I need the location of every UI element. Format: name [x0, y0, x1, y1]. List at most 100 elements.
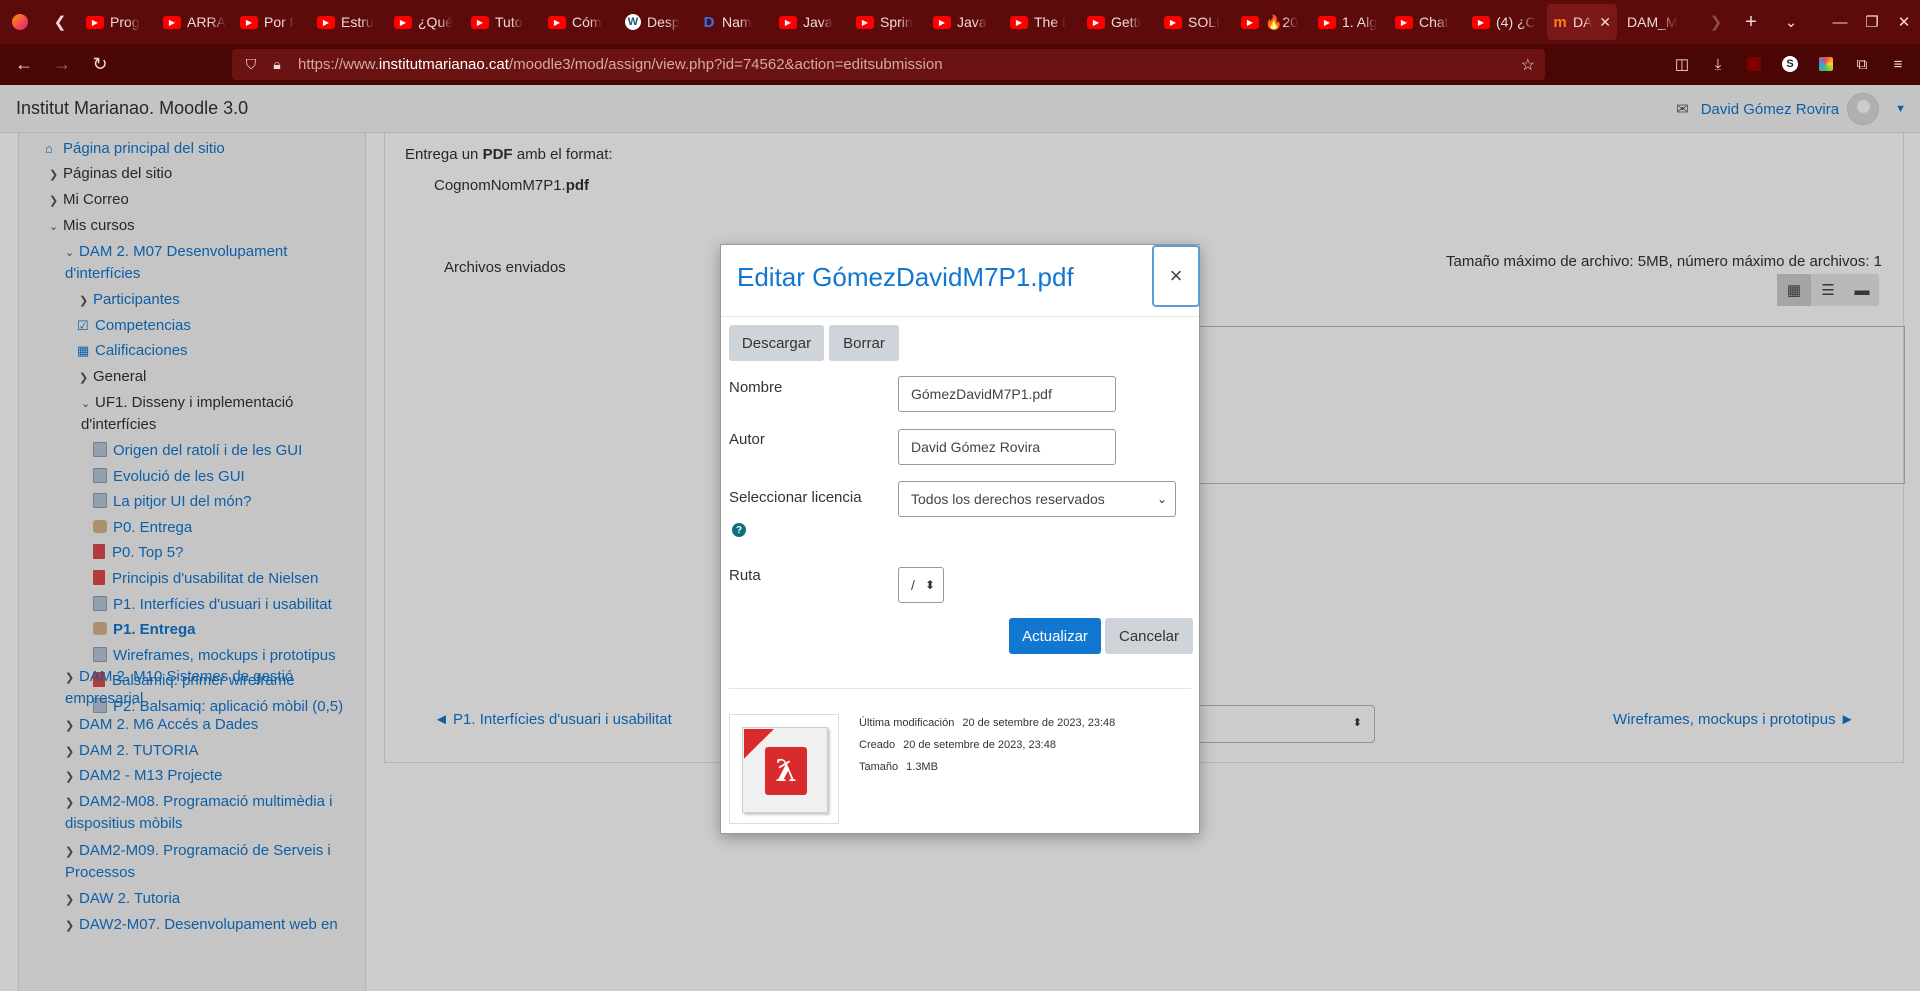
tab-scroll-right-icon[interactable]: ❯: [1701, 0, 1731, 44]
browser-tab[interactable]: ▶ SOLI: [1158, 0, 1235, 44]
file-modified: Última modificación 20 de setembre de 202…: [859, 717, 1116, 729]
help-icon[interactable]: ?: [732, 523, 746, 537]
restore-icon[interactable]: ❐: [1856, 0, 1888, 44]
browser-tab[interactable]: ▶ Sprin: [850, 0, 927, 44]
list-tabs-icon[interactable]: ⌄: [1771, 0, 1811, 44]
tab-active[interactable]: m DA ✕: [1547, 4, 1617, 40]
youtube-icon: ▶: [1318, 15, 1336, 29]
edit-file-dialog: Editar GómezDavidM7P1.pdf × Descargar Bo…: [720, 244, 1200, 834]
license-value: Todos los derechos reservados: [911, 491, 1105, 507]
firefox-icon[interactable]: [0, 0, 40, 44]
tab-title: Sprin: [880, 14, 913, 30]
close-icon[interactable]: ×: [1152, 245, 1200, 307]
browser-tab[interactable]: W Desp: [619, 0, 696, 44]
tab-title: Tuto: [495, 14, 523, 30]
minimize-icon[interactable]: —: [1824, 0, 1856, 44]
tab-title: DA: [1573, 14, 1593, 30]
path-label: Ruta: [729, 567, 761, 584]
moodle-icon: m: [1553, 13, 1567, 31]
browser-tab[interactable]: ▶ Estru: [311, 0, 388, 44]
update-button[interactable]: Actualizar: [1009, 618, 1101, 654]
youtube-icon: ▶: [933, 15, 951, 29]
browser-tab[interactable]: ▶ Tuto: [465, 0, 542, 44]
youtube-icon: ▶: [1395, 15, 1413, 29]
browser-tab[interactable]: ▶ ¿Qué: [388, 0, 465, 44]
youtube-icon: ▶: [471, 15, 489, 29]
file-size: Tamaño 1.3MB: [859, 761, 938, 773]
reload-icon[interactable]: ↻: [84, 49, 116, 81]
tab-title: SOLI: [1188, 14, 1220, 30]
ublock-icon[interactable]: [1736, 48, 1772, 80]
browser-tab[interactable]: ▶ Java: [927, 0, 1004, 44]
forward-icon[interactable]: →: [46, 49, 78, 81]
downloads-icon[interactable]: ⤓: [1700, 48, 1736, 80]
tab-list: ▶ Prog ▶ ARRA ▶ Por f ▶ Estru ▶ ¿Qué ▶ Tuto ▶ Cóm W Des…: [80, 0, 1543, 44]
license-select[interactable]: Todos los derechos reservados ⌄: [898, 481, 1176, 517]
pdf-file-icon: ƛ: [729, 714, 839, 824]
browser-tab[interactable]: ▶ Java: [773, 0, 850, 44]
youtube-icon: ▶: [86, 15, 104, 29]
browser-tab[interactable]: ▶ 1. Alg: [1312, 0, 1389, 44]
cancel-button[interactable]: Cancelar: [1105, 618, 1193, 654]
shield-icon[interactable]: ⛉: [238, 56, 264, 73]
pocket-icon[interactable]: ◫: [1664, 48, 1700, 80]
youtube-icon: ▶: [394, 15, 412, 29]
tab-title: The I: [1034, 14, 1066, 30]
author-label: Autor: [729, 431, 765, 448]
dialog-title: Editar GómezDavidM7P1.pdf: [737, 262, 1074, 292]
download-button[interactable]: Descargar: [729, 325, 824, 361]
d-icon: D: [703, 13, 715, 31]
chevron-down-icon: ⌄: [1156, 492, 1167, 506]
tab-title: Nam: [722, 14, 752, 30]
tab-title: (4) ¿C: [1496, 14, 1536, 30]
youtube-icon: ▶: [1472, 15, 1490, 29]
tab-title: Cóm: [572, 14, 602, 30]
browser-tab[interactable]: ▶ Getti: [1081, 0, 1158, 44]
menu-icon[interactable]: ≡: [1880, 48, 1916, 80]
browser-tab[interactable]: ▶ 🔥20: [1235, 0, 1312, 44]
wordpress-icon: W: [625, 14, 641, 30]
license-label: Seleccionar licencia: [729, 489, 862, 506]
delete-button[interactable]: Borrar: [829, 325, 899, 361]
youtube-icon: ▶: [240, 15, 258, 29]
tab-title: 1. Alg: [1342, 14, 1378, 30]
tab-dam[interactable]: DAM_M: [1621, 0, 1701, 44]
dialog-divider: [721, 316, 1199, 317]
youtube-icon: ▶: [1010, 15, 1028, 29]
bookmark-star-icon[interactable]: ☆: [1521, 55, 1535, 75]
extension-s-icon[interactable]: S: [1772, 48, 1808, 80]
browser-navbar: ← → ↻ ⛉ 🔒︎ https://www.institutmarianao.…: [0, 44, 1920, 85]
extensions-icon[interactable]: ⧉: [1844, 48, 1880, 80]
path-select[interactable]: / ⬍: [898, 567, 944, 603]
lock-icon[interactable]: 🔒︎: [264, 56, 290, 73]
url-bar[interactable]: ⛉ 🔒︎ https://www.institutmarianao.cat/mo…: [232, 49, 1545, 80]
browser-tab[interactable]: ▶ Por f: [234, 0, 311, 44]
browser-tab[interactable]: ▶ The I: [1004, 0, 1081, 44]
tab-title: Estru: [341, 14, 374, 30]
close-tab-icon[interactable]: ✕: [1599, 14, 1611, 31]
name-input[interactable]: GómezDavidM7P1.pdf: [898, 376, 1116, 412]
author-input[interactable]: David Gómez Rovira: [898, 429, 1116, 465]
back-icon[interactable]: ←: [8, 49, 40, 81]
browser-tab[interactable]: ▶ (4) ¿C: [1466, 0, 1543, 44]
dialog-divider: [729, 688, 1191, 689]
file-created: Creado 20 de setembre de 2023, 23:48: [859, 739, 1056, 751]
tab-title: Prog: [110, 14, 140, 30]
browser-tabbar: ❮ ▶ Prog ▶ ARRA ▶ Por f ▶ Estru ▶ ¿Qué ▶ Tuto ▶ Cóm W D…: [0, 0, 1920, 44]
tab-title: ¿Qué: [418, 14, 454, 30]
browser-tab[interactable]: ▶ Prog: [80, 0, 157, 44]
tab-title: Java: [803, 14, 833, 30]
browser-tab[interactable]: D Nam: [696, 0, 773, 44]
colorful-extension-icon[interactable]: [1808, 48, 1844, 80]
close-window-icon[interactable]: ✕: [1888, 0, 1920, 44]
browser-tab[interactable]: ▶ Chat: [1389, 0, 1466, 44]
browser-tab[interactable]: ▶ ARRA: [157, 0, 234, 44]
tab-title: DAM_M: [1627, 14, 1678, 30]
name-label: Nombre: [729, 379, 783, 396]
tab-scroll-left-icon[interactable]: ❮: [40, 0, 80, 44]
path-value: /: [911, 577, 915, 593]
new-tab-icon[interactable]: +: [1731, 0, 1771, 44]
youtube-icon: ▶: [1164, 15, 1182, 29]
youtube-icon: ▶: [1087, 15, 1105, 29]
browser-tab[interactable]: ▶ Cóm: [542, 0, 619, 44]
